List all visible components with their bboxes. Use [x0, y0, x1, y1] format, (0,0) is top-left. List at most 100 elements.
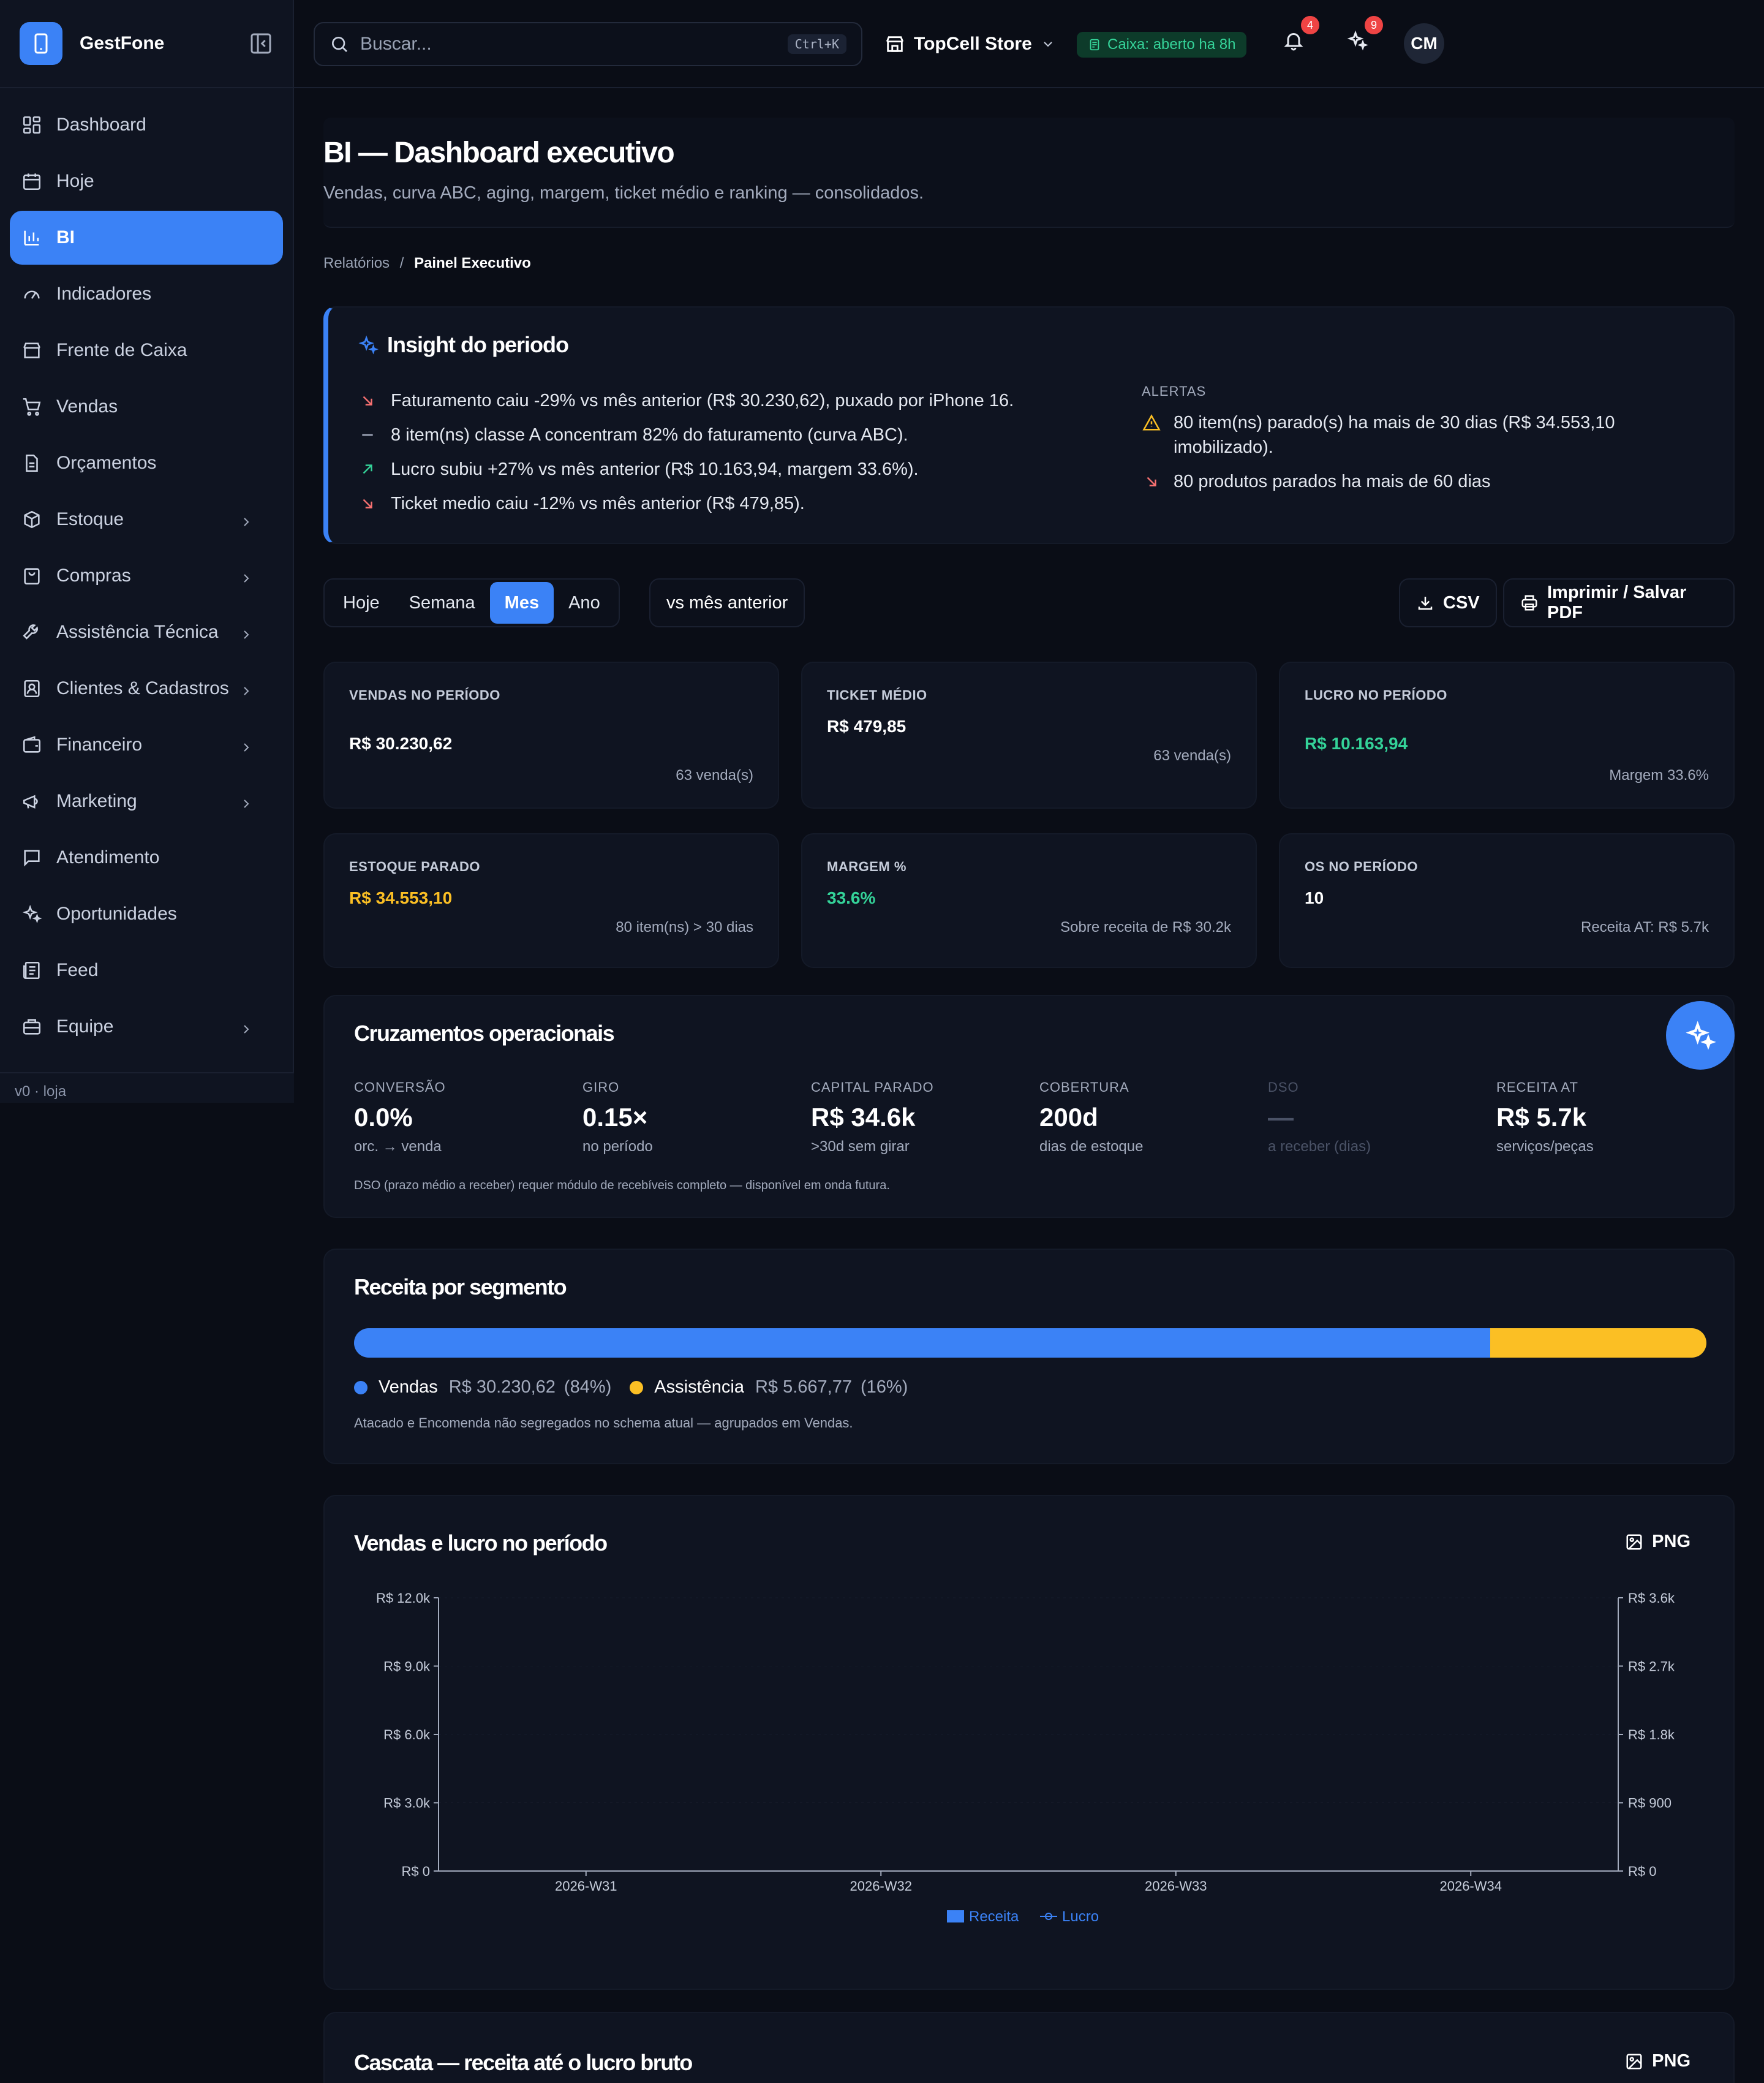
legend-vendas-value: R$ 30.230,62	[448, 1377, 556, 1397]
y-right-tick-label: R$ 900	[1628, 1796, 1672, 1811]
y-right-tick-label: R$ 0	[1628, 1864, 1656, 1879]
arrow-down-right-icon	[1142, 469, 1161, 494]
box-icon	[20, 507, 44, 532]
metric-value: —	[1268, 1103, 1294, 1132]
kpi-note: Receita AT: R$ 5.7k	[1581, 919, 1709, 936]
insight-text: Faturamento caiu -29% vs mês anterior (R…	[391, 390, 1014, 410]
chevron-right-icon	[234, 679, 258, 703]
warning-icon	[1142, 410, 1161, 435]
compare-button[interactable]: vs mês anterior	[649, 578, 805, 627]
sidebar-item-estoque[interactable]: Estoque	[10, 493, 283, 546]
period-hoje[interactable]: Hoje	[328, 582, 394, 624]
sidebar-item-financeiro[interactable]: Financeiro	[10, 718, 283, 772]
chevron-right-icon	[234, 792, 258, 816]
sidebar-item-bi[interactable]: BI	[10, 211, 283, 265]
sidebar-item-atendimento[interactable]: Atendimento	[10, 831, 283, 885]
sidebar-item-label: Atendimento	[56, 847, 160, 868]
sidebar-item-label: Vendas	[56, 396, 118, 417]
search-shortcut: Ctrl+K	[787, 34, 846, 54]
download-icon	[1416, 594, 1434, 612]
sidebar-item-label: Dashboard	[56, 115, 146, 135]
segment-bar	[354, 1328, 1706, 1358]
kpi-card: LUCRO NO PERÍODO R$ 10.163,94 Margem 33.6%	[1279, 662, 1735, 809]
chevron-right-icon	[234, 1017, 258, 1042]
notifications-button[interactable]: 4	[1283, 16, 1319, 55]
sidebar-item-hoje[interactable]: Hoje	[10, 154, 283, 208]
register-icon	[1088, 38, 1101, 51]
legend-dot-vendas	[354, 1380, 368, 1394]
sidebar-item-clientes-cadastros[interactable]: Clientes & Cadastros	[10, 662, 283, 716]
print-button[interactable]: Imprimir / Salvar PDF	[1503, 578, 1735, 627]
contact-icon	[20, 676, 44, 701]
page-subtitle: Vendas, curva ABC, aging, margem, ticket…	[323, 183, 924, 203]
topbar: Buscar... Ctrl+K TopCell Store Caixa: ab…	[294, 0, 1764, 88]
layout-grid-icon	[20, 113, 44, 137]
x-tick-label: 2026-W31	[555, 1878, 617, 1894]
insight-item: Lucro subiu +27% vs mês anterior (R$ 10.…	[358, 452, 1014, 486]
alert-text: 80 item(ns) parado(s) ha mais de 30 dias…	[1174, 413, 1615, 457]
legend-at-pct: (16%)	[860, 1377, 908, 1397]
search-input[interactable]: Buscar... Ctrl+K	[314, 22, 862, 66]
kpi-card: OS NO PERÍODO 10 Receita AT: R$ 5.7k	[1279, 833, 1735, 968]
kpi-value: R$ 479,85	[827, 717, 907, 736]
page-title: BI — Dashboard executivo	[323, 137, 675, 169]
breadcrumb-current: Painel Executivo	[414, 255, 531, 271]
metric-sub: >30d sem girar	[811, 1138, 910, 1155]
metric-dso: DSO — a receber (dias)	[1268, 1079, 1488, 1155]
ai-fab-button[interactable]	[1666, 1001, 1735, 1070]
insight-text: Lucro subiu +27% vs mês anterior (R$ 10.…	[391, 459, 919, 479]
sidebar-item-label: Indicadores	[56, 284, 152, 304]
sidebar-item-compras[interactable]: Compras	[10, 549, 283, 603]
metric-convers-o: CONVERSÃO 0.0% orc. → venda	[354, 1079, 575, 1155]
period-ano[interactable]: Ano	[554, 582, 615, 624]
ai-count: 9	[1365, 16, 1383, 34]
sidebar-empty-area	[0, 1103, 294, 2083]
kpi-note: 63 venda(s)	[676, 767, 753, 784]
sidebar: GestFone Dashboard Hoje BI Indicadores Frent…	[0, 0, 294, 2083]
image-download-icon	[1625, 2052, 1643, 2071]
trend-up-icon	[358, 461, 377, 477]
legend-label-lucro: Lucro	[1062, 1908, 1099, 1925]
sales-profit-chart-card: Vendas e lucro no período PNG R$ 0 R$ 0 R$…	[323, 1495, 1735, 1990]
chevron-down-icon	[1041, 37, 1055, 51]
store-icon	[884, 34, 905, 55]
cascade-card: Cascata — receita até o lucro bruto PNG	[323, 2012, 1735, 2083]
brand-name: GestFone	[80, 33, 165, 53]
kpi-card: TICKET MÉDIO R$ 479,85 63 venda(s)	[801, 662, 1257, 809]
sidebar-item-frente-de-caixa[interactable]: Frente de Caixa	[10, 323, 283, 377]
metric-sub: dias de estoque	[1039, 1138, 1144, 1155]
cascade-png-label: PNG	[1652, 2051, 1691, 2071]
calendar-icon	[20, 169, 44, 194]
cash-status-badge[interactable]: Caixa: aberto ha 8h	[1077, 32, 1247, 58]
sidebar-item-or-amentos[interactable]: Orçamentos	[10, 436, 283, 490]
cross-title: Cruzamentos operacionais	[354, 1021, 615, 1046]
ai-assistant-button[interactable]: 9	[1346, 16, 1383, 55]
sidebar-item-dashboard[interactable]: Dashboard	[10, 98, 283, 152]
sidebar-item-equipe[interactable]: Equipe	[10, 1000, 283, 1054]
sidebar-item-oportunidades[interactable]: Oportunidades	[10, 887, 283, 941]
sidebar-collapse-icon[interactable]	[249, 31, 273, 56]
period-mes[interactable]: Mes	[489, 582, 554, 624]
cascade-png-button[interactable]: PNG	[1625, 2051, 1691, 2071]
metric-label: CONVERSÃO	[354, 1079, 446, 1095]
segment-bar-vendas	[354, 1328, 1490, 1358]
breadcrumb: Relatórios / Painel Executivo	[323, 255, 531, 272]
legend-dot-assistencia	[630, 1380, 644, 1394]
user-avatar[interactable]: CM	[1404, 23, 1444, 64]
y-left-tick-label: R$ 3.0k	[383, 1796, 431, 1811]
metric-label: GIRO	[582, 1079, 620, 1095]
cart-icon	[20, 395, 44, 419]
newspaper-icon	[20, 958, 44, 983]
sidebar-item-vendas[interactable]: Vendas	[10, 380, 283, 434]
sidebar-item-marketing[interactable]: Marketing	[10, 774, 283, 828]
breadcrumb-parent[interactable]: Relatórios	[323, 255, 390, 271]
period-semana[interactable]: Semana	[394, 582, 490, 624]
sidebar-item-feed[interactable]: Feed	[10, 943, 283, 997]
kpi-value: 10	[1305, 888, 1324, 907]
store-selector[interactable]: TopCell Store	[884, 22, 1064, 66]
csv-button[interactable]: CSV	[1399, 578, 1497, 627]
kpi-value: R$ 34.553,10	[349, 888, 453, 907]
sidebar-item-indicadores[interactable]: Indicadores	[10, 267, 283, 321]
sidebar-item-assist-ncia-t-cnica[interactable]: Assistência Técnica	[10, 605, 283, 659]
sidebar-item-label: Hoje	[56, 171, 94, 191]
